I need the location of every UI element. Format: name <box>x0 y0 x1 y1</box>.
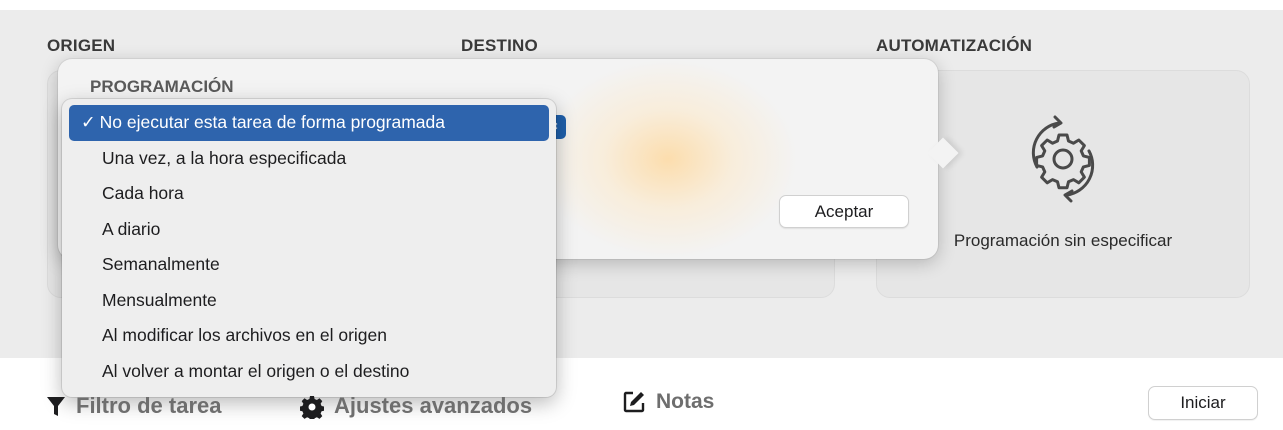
schedule-menu-item-label: Cada hora <box>102 183 184 203</box>
schedule-menu-item-label: Semanalmente <box>102 254 220 274</box>
gear-sync-icon <box>1031 115 1095 203</box>
schedule-menu-item[interactable]: Cada hora <box>69 176 549 212</box>
filter-label: Filtro de tarea <box>76 393 222 418</box>
gear-icon <box>300 396 324 420</box>
destination-header: DESTINO <box>461 36 538 55</box>
schedule-menu-item[interactable]: Una vez, a la hora especificada <box>69 141 549 177</box>
schedule-menu-item[interactable]: A diario <box>69 212 549 248</box>
schedule-menu-item[interactable]: Al modificar los archivos en el origen <box>69 318 549 354</box>
schedule-menu-item-label: No ejecutar esta tarea de forma programa… <box>99 112 445 132</box>
schedule-menu-item[interactable]: Semanalmente <box>69 247 549 283</box>
popover-title: PROGRAMACIÓN <box>90 77 234 96</box>
note-edit-icon <box>623 392 645 413</box>
schedule-menu-item[interactable]: ✓ No ejecutar esta tarea de forma program… <box>69 105 549 141</box>
advanced-settings-button[interactable]: Ajustes avanzados <box>300 384 532 428</box>
start-button[interactable]: Iniciar <box>1148 386 1258 420</box>
schedule-menu-item-label: Mensualmente <box>102 289 217 310</box>
notes-button[interactable]: Notas <box>622 380 714 424</box>
schedule-menu-item-label: Al modificar los archivos en el origen <box>102 325 387 345</box>
automation-header: AUTOMATIZACIÓN <box>876 36 1033 55</box>
checkmark-icon: ✓ <box>81 112 96 132</box>
schedule-menu: ✓ No ejecutar esta tarea de forma program… <box>62 99 556 397</box>
schedule-menu-item-label: Una vez, a la hora especificada <box>102 147 347 168</box>
accept-button[interactable]: Aceptar <box>779 195 909 228</box>
popover-glow <box>538 59 798 259</box>
filter-button[interactable]: Filtro de tarea <box>46 384 221 428</box>
schedule-menu-item-label: A diario <box>102 218 161 239</box>
schedule-menu-item-label: Al volver a montar el origen o el destin… <box>102 360 410 381</box>
schedule-menu-item[interactable]: Mensualmente <box>69 283 549 319</box>
origin-header: ORIGEN <box>47 36 116 55</box>
advanced-settings-label: Ajustes avanzados <box>334 393 533 418</box>
notes-label: Notas <box>656 390 715 413</box>
funnel-icon <box>47 397 65 417</box>
